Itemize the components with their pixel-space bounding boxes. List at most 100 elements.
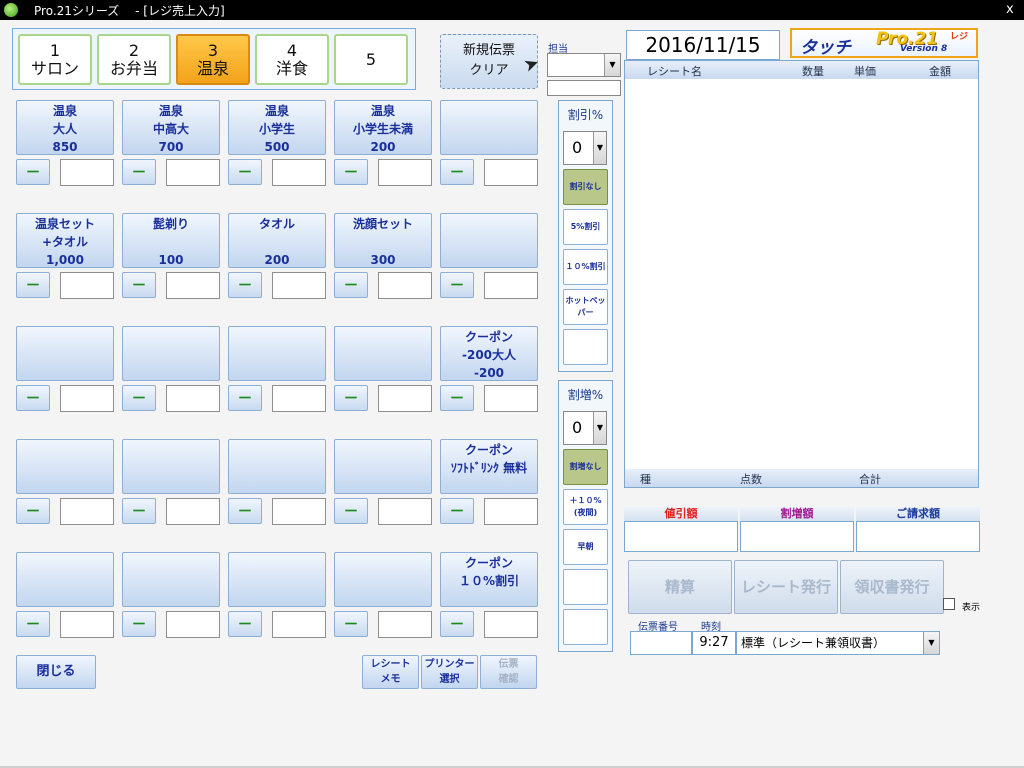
product-button[interactable]	[122, 439, 220, 494]
product-button[interactable]	[228, 439, 326, 494]
product-button[interactable]	[16, 326, 114, 381]
minus-button[interactable]: －	[122, 611, 156, 637]
product-button[interactable]	[334, 439, 432, 494]
minus-button[interactable]: －	[440, 272, 474, 298]
minus-button[interactable]: －	[16, 498, 50, 524]
quantity-field[interactable]	[272, 159, 326, 186]
quantity-field[interactable]	[272, 385, 326, 412]
category-tab-4[interactable]: 4 洋食	[255, 34, 329, 85]
surcharge-blank-button-1[interactable]	[563, 569, 608, 605]
chevron-down-icon[interactable]: ▼	[593, 412, 606, 444]
minus-button[interactable]: －	[16, 611, 50, 637]
minus-button[interactable]: －	[16, 385, 50, 411]
slip-confirm-button[interactable]: 伝票 確認	[480, 655, 537, 689]
quantity-field[interactable]	[166, 159, 220, 186]
discount-pct-select[interactable]: 0 ▼	[563, 131, 607, 165]
minus-button[interactable]: －	[228, 159, 262, 185]
quantity-field[interactable]	[166, 272, 220, 299]
minus-button[interactable]: －	[228, 272, 262, 298]
product-button[interactable]	[334, 552, 432, 607]
product-button[interactable]	[122, 326, 220, 381]
staff-select[interactable]: ▼	[547, 53, 621, 77]
minus-button[interactable]: －	[228, 498, 262, 524]
product-button[interactable]	[228, 326, 326, 381]
product-button[interactable]	[228, 552, 326, 607]
quantity-field[interactable]	[166, 385, 220, 412]
show-checkbox[interactable]	[943, 598, 955, 610]
minus-button[interactable]: －	[334, 611, 368, 637]
quantity-field[interactable]	[378, 498, 432, 525]
quantity-field[interactable]	[60, 498, 114, 525]
receipt-list[interactable]: レシート名 数量 単価 金額 種 点数 合計	[624, 60, 979, 488]
minus-button[interactable]: －	[122, 272, 156, 298]
surcharge-blank-button-2[interactable]	[563, 609, 608, 645]
receipt-book-button[interactable]: 領収書発行	[840, 560, 944, 614]
product-button[interactable]	[440, 100, 538, 155]
minus-button[interactable]: －	[16, 159, 50, 185]
quantity-field[interactable]	[484, 498, 538, 525]
minus-button[interactable]: －	[440, 385, 474, 411]
discount-hotpepper-button[interactable]: ホットペッパー	[563, 289, 608, 325]
product-button[interactable]: 温泉 中高大 700	[122, 100, 220, 155]
slip-number-field[interactable]	[630, 631, 692, 655]
quantity-field[interactable]	[60, 385, 114, 412]
quantity-field[interactable]	[60, 159, 114, 186]
slip-type-select[interactable]: 標準（レシート兼領収書） ▼	[736, 631, 940, 655]
chevron-down-icon[interactable]: ▼	[923, 632, 939, 654]
quantity-field[interactable]	[166, 611, 220, 638]
quantity-field[interactable]	[484, 611, 538, 638]
settle-button[interactable]: 精算	[628, 560, 732, 614]
minus-button[interactable]: －	[440, 498, 474, 524]
product-button[interactable]: クーポン ｿﾌﾄﾄﾞﾘﾝｸ 無料	[440, 439, 538, 494]
quantity-field[interactable]	[378, 611, 432, 638]
category-tab-5[interactable]: 5	[334, 34, 408, 85]
minus-button[interactable]: －	[122, 159, 156, 185]
product-button[interactable]	[16, 439, 114, 494]
product-button[interactable]: 洗顔セット 300	[334, 213, 432, 268]
product-button[interactable]	[16, 552, 114, 607]
minus-button[interactable]: －	[440, 159, 474, 185]
surcharge-none-button[interactable]: 割増なし	[563, 449, 608, 485]
quantity-field[interactable]	[484, 159, 538, 186]
surcharge-early-button[interactable]: 早朝	[563, 529, 608, 565]
product-button[interactable]: タオル 200	[228, 213, 326, 268]
quantity-field[interactable]	[272, 272, 326, 299]
chevron-down-icon[interactable]: ▼	[593, 132, 606, 164]
receipt-memo-button[interactable]: レシート メモ	[362, 655, 419, 689]
product-button[interactable]: クーポン １０%割引	[440, 552, 538, 607]
surcharge-night-button[interactable]: ＋１０%(夜間)	[563, 489, 608, 525]
product-button[interactable]: 温泉セット +タオル 1,000	[16, 213, 114, 268]
quantity-field[interactable]	[378, 272, 432, 299]
quantity-field[interactable]	[60, 272, 114, 299]
quantity-field[interactable]	[166, 498, 220, 525]
category-tab-1[interactable]: 1 サロン	[18, 34, 92, 85]
product-button[interactable]	[334, 326, 432, 381]
quantity-field[interactable]	[378, 385, 432, 412]
minus-button[interactable]: －	[334, 498, 368, 524]
minus-button[interactable]: －	[334, 272, 368, 298]
receipt-issue-button[interactable]: レシート発行	[734, 560, 838, 614]
category-tab-3[interactable]: 3 温泉	[176, 34, 250, 85]
surcharge-pct-select[interactable]: 0 ▼	[563, 411, 607, 445]
minus-button[interactable]: －	[122, 498, 156, 524]
minus-button[interactable]: －	[16, 272, 50, 298]
product-button[interactable]	[122, 552, 220, 607]
close-button[interactable]: 閉じる	[16, 655, 96, 689]
product-button[interactable]: 温泉 大人 850	[16, 100, 114, 155]
quantity-field[interactable]	[272, 611, 326, 638]
category-tab-2[interactable]: 2 お弁当	[97, 34, 171, 85]
quantity-field[interactable]	[378, 159, 432, 186]
quantity-field[interactable]	[60, 611, 114, 638]
minus-button[interactable]: －	[334, 159, 368, 185]
quantity-field[interactable]	[484, 272, 538, 299]
minus-button[interactable]: －	[228, 611, 262, 637]
product-button[interactable]: 髭剃り 100	[122, 213, 220, 268]
minus-button[interactable]: －	[440, 611, 474, 637]
printer-select-button[interactable]: プリンター 選択	[421, 655, 478, 689]
close-icon[interactable]: x	[1006, 2, 1014, 17]
quantity-field[interactable]	[272, 498, 326, 525]
discount-blank-button[interactable]	[563, 329, 608, 365]
chevron-down-icon[interactable]: ▼	[604, 54, 620, 76]
discount-5-button[interactable]: 5%割引	[563, 209, 608, 245]
quantity-field[interactable]	[484, 385, 538, 412]
